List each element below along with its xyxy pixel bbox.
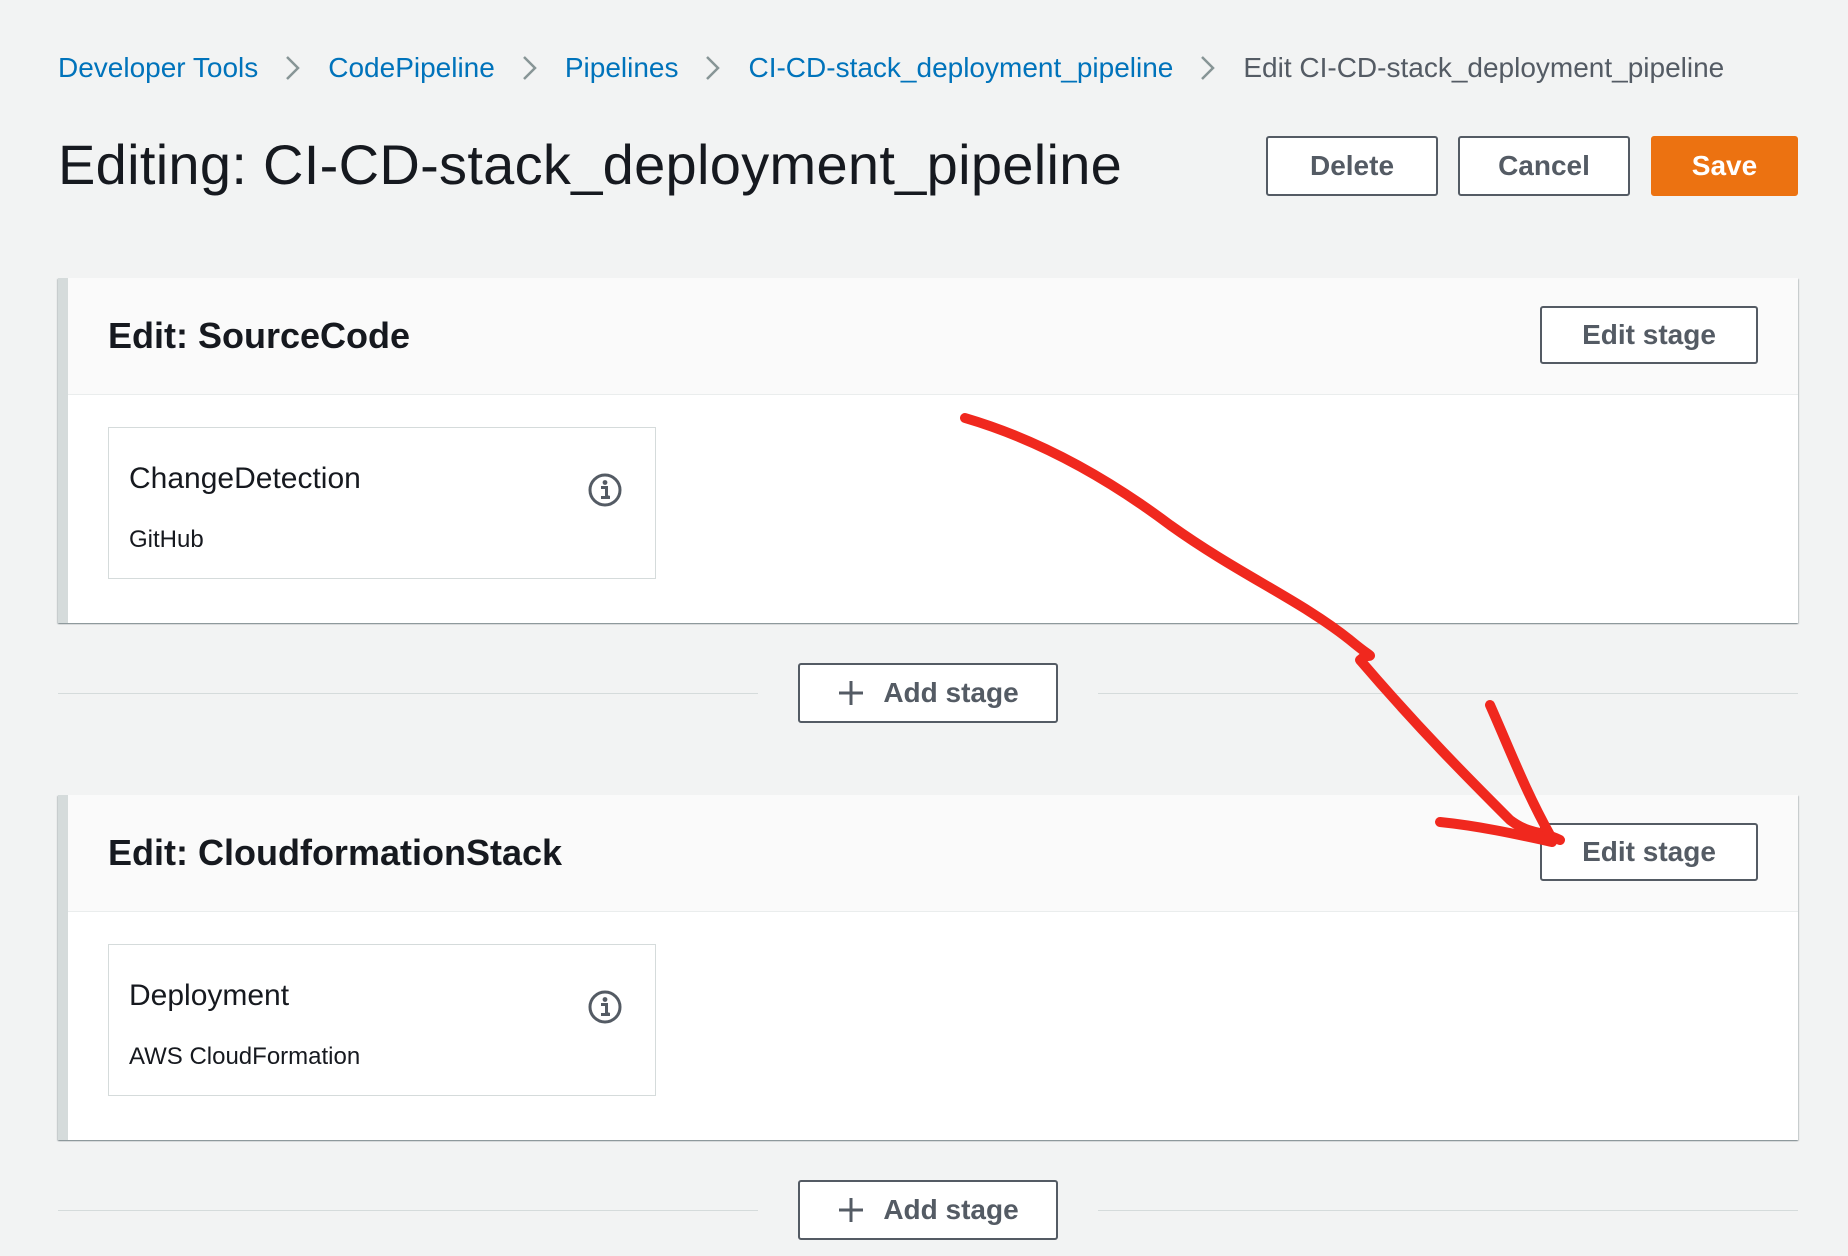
plus-icon [839,681,864,705]
divider [58,693,758,694]
add-stage-label: Add stage [883,677,1019,708]
add-stage-button[interactable]: Add stage [798,663,1058,723]
divider [1098,693,1798,694]
stage-title: Edit: CloudformationStack [108,832,563,873]
stage-header: Edit: CloudformationStack Edit stage [68,795,1798,912]
info-icon[interactable] [587,472,623,508]
breadcrumb-pipelines[interactable]: Pipelines [565,52,679,84]
add-stage-button[interactable]: Add stage [798,1180,1058,1240]
action-provider: GitHub [129,526,204,553]
info-icon[interactable] [587,989,623,1025]
divider [58,1210,758,1211]
chevron-right-icon [1173,54,1243,82]
add-stage-label: Add stage [883,1194,1019,1225]
stage-body: ChangeDetection GitHub [68,395,1798,623]
chevron-right-icon [678,54,748,82]
breadcrumb-pipeline-name[interactable]: CI-CD-stack_deployment_pipeline [748,52,1173,84]
add-stage-row: Add stage [58,1180,1798,1240]
breadcrumb-developer-tools[interactable]: Developer Tools [58,52,258,84]
delete-button[interactable]: Delete [1266,136,1438,196]
action-card[interactable]: ChangeDetection GitHub [108,427,656,579]
stage-header: Edit: SourceCode Edit stage [68,278,1798,395]
breadcrumb-current: Edit CI-CD-stack_deployment_pipeline [1243,52,1725,83]
edit-stage-button[interactable]: Edit stage [1540,823,1758,881]
add-stage-row: Add stage [58,663,1798,723]
stage-card-sourcecode: Edit: SourceCode Edit stage ChangeDetect… [58,278,1798,623]
stage-title: Edit: SourceCode [108,315,411,356]
stage-body: Deployment AWS CloudFormation [68,912,1798,1140]
save-button[interactable]: Save [1651,136,1798,196]
divider [1098,1210,1798,1211]
breadcrumb: Developer Tools CodePipeline Pipelines C… [58,48,1724,88]
chevron-right-icon [495,54,565,82]
action-name: ChangeDetection [129,462,361,495]
plus-icon [839,1198,864,1222]
action-provider: AWS CloudFormation [129,1043,361,1070]
page-title: Editing: CI-CD-stack_deployment_pipeline [58,133,1123,196]
stage-card-cloudformationstack: Edit: CloudformationStack Edit stage Dep… [58,795,1798,1140]
chevron-right-icon [258,54,328,82]
action-card[interactable]: Deployment AWS CloudFormation [108,944,656,1096]
breadcrumb-codepipeline[interactable]: CodePipeline [328,52,495,84]
edit-stage-button[interactable]: Edit stage [1540,306,1758,364]
cancel-button[interactable]: Cancel [1458,136,1630,196]
action-name: Deployment [129,979,290,1012]
